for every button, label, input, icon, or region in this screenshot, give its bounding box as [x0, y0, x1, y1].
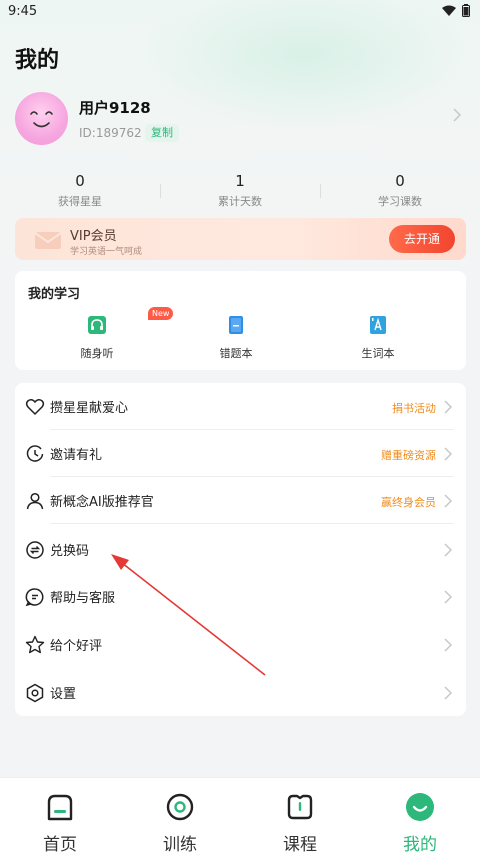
stat-lessons[interactable]: 0 学习课数	[320, 172, 480, 209]
person-icon	[26, 492, 44, 510]
tab-label: 训练	[163, 835, 197, 855]
study-title: 我的学习	[28, 287, 81, 302]
stat-value: 0	[75, 172, 85, 190]
tab-label: 课程	[283, 835, 317, 855]
new-badge: New	[148, 307, 174, 320]
stat-label: 累计天数	[218, 195, 262, 208]
tab-home[interactable]: 首页	[0, 778, 120, 855]
tab-course[interactable]: 课程	[240, 778, 360, 855]
study-item-mistakes[interactable]: 错题本	[191, 315, 281, 361]
invite-icon	[26, 445, 44, 462]
vocabulary-book-icon	[370, 316, 386, 334]
menu-item-settings[interactable]: 设置	[15, 669, 466, 716]
menu-item-label: 给个好评	[50, 639, 103, 654]
status-icons	[442, 4, 470, 17]
stat-value: 1	[235, 172, 245, 190]
stat-label: 获得星星	[58, 195, 102, 208]
menu-item-label: 新概念AI版推荐官	[50, 495, 154, 510]
vip-subtitle: 学习英语一气呵成	[70, 247, 143, 257]
menu-item-ai-recommender[interactable]: 新概念AI版推荐官 赢终身会员	[15, 477, 466, 524]
menu-item-label: 兑换码	[50, 544, 90, 559]
stat-value: 0	[395, 172, 405, 190]
stat-label: 学习课数	[378, 195, 422, 208]
tab-label: 首页	[43, 835, 77, 855]
smile-face-icon	[30, 111, 53, 128]
my-study-card: 我的学习 New 随身听 错题本 生词本	[15, 271, 466, 370]
row-divider	[50, 523, 454, 524]
stat-days[interactable]: 1 累计天数	[160, 172, 320, 209]
home-icon	[47, 794, 73, 821]
menu-item-tag: 赠重磅资源	[381, 449, 436, 462]
chevron-right-icon	[444, 447, 452, 461]
study-item-label: 错题本	[219, 347, 253, 360]
envelope-icon	[34, 232, 62, 249]
menu-item-label: 攒星星献爱心	[50, 401, 129, 416]
chevron-right-icon	[444, 543, 452, 557]
menu-card: 攒星星献爱心 捐书活动 邀请有礼 赠重磅资源 新概念AI版推荐官 赢终身会员 兑…	[15, 383, 466, 716]
menu-item-label: 帮助与客服	[50, 591, 116, 606]
study-item-vocabulary[interactable]: 生词本	[333, 315, 423, 361]
heart-icon	[25, 399, 45, 416]
user-id: ID:189762	[79, 126, 142, 140]
exchange-icon	[26, 541, 44, 559]
tab-profile[interactable]: 我的	[360, 778, 480, 855]
wifi-icon	[442, 5, 456, 16]
tab-label: 我的	[403, 835, 437, 855]
stat-divider	[320, 184, 321, 198]
headphones-icon	[88, 316, 106, 334]
help-chat-icon	[25, 588, 44, 607]
profile-chevron-right-icon[interactable]	[453, 108, 461, 122]
menu-item-redeem-code[interactable]: 兑换码	[15, 526, 466, 573]
notebook-icon	[229, 316, 243, 334]
chevron-right-icon	[444, 494, 452, 508]
menu-item-donate-stars[interactable]: 攒星星献爱心 捐书活动	[15, 383, 466, 430]
chevron-right-icon	[444, 400, 452, 414]
menu-item-help[interactable]: 帮助与客服	[15, 573, 466, 620]
user-name: 用户9128	[79, 99, 151, 117]
stat-divider	[160, 184, 161, 198]
study-item-label: 生词本	[361, 347, 395, 360]
menu-item-rate[interactable]: 给个好评	[15, 621, 466, 668]
status-bar: 9:45	[0, 0, 480, 24]
study-item-listen[interactable]: 随身听	[52, 315, 142, 361]
status-time: 9:45	[8, 4, 38, 19]
vip-title: VIP会员	[70, 229, 117, 244]
study-item-label: 随身听	[80, 347, 114, 360]
stats-row: 0 获得星星 1 累计天数 0 学习课数	[0, 172, 480, 212]
menu-item-tag: 赢终身会员	[381, 496, 436, 509]
copy-id-button[interactable]: 复制	[145, 124, 179, 142]
menu-item-label: 设置	[50, 687, 77, 702]
bottom-tab-bar: 首页 训练 课程 我的	[0, 777, 480, 855]
battery-icon	[462, 4, 470, 17]
chevron-right-icon	[444, 686, 452, 700]
tab-training[interactable]: 训练	[120, 778, 240, 855]
vip-open-button[interactable]: 去开通	[389, 225, 455, 253]
chevron-right-icon	[444, 590, 452, 604]
menu-item-tag: 捐书活动	[392, 402, 436, 415]
course-icon	[287, 794, 313, 820]
menu-item-label: 邀请有礼	[50, 448, 103, 463]
stat-stars[interactable]: 0 获得星星	[0, 172, 160, 209]
training-icon	[166, 793, 194, 821]
star-icon	[25, 635, 45, 654]
page-title: 我的	[15, 48, 60, 73]
menu-item-invite[interactable]: 邀请有礼 赠重磅资源	[15, 430, 466, 477]
chevron-right-icon	[444, 638, 452, 652]
settings-icon	[26, 683, 44, 703]
avatar[interactable]	[15, 92, 68, 145]
vip-banner[interactable]: VIP会员 学习英语一气呵成 去开通	[15, 218, 466, 260]
profile-smile-icon	[406, 793, 434, 821]
